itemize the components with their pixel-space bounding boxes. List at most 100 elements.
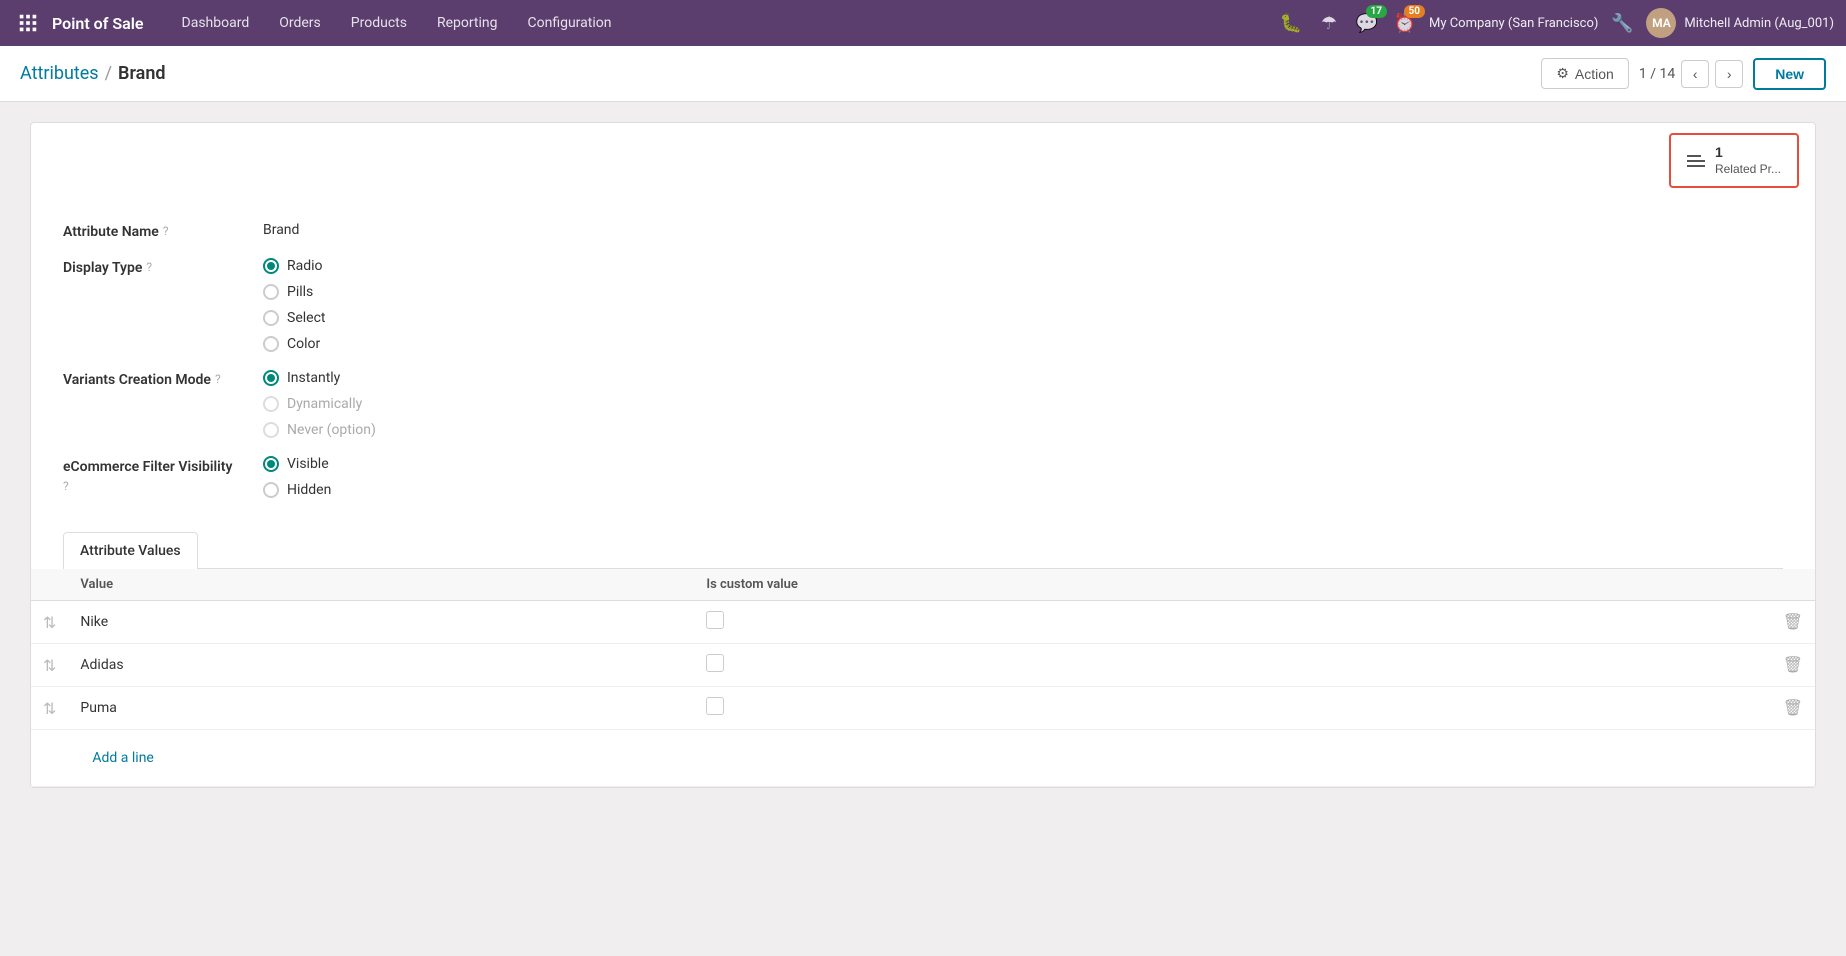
content-area: 1 Related Pr... Attribute Name ? Brand — [0, 102, 1846, 808]
ecommerce-filter-row: eCommerce Filter Visibility ? Visible Hi… — [63, 456, 1783, 498]
table-row: ⇅ Adidas 🗑 — [31, 644, 1815, 687]
company-name: My Company (San Francisco) — [1429, 16, 1598, 31]
nav-configuration[interactable]: Configuration — [514, 9, 626, 37]
gear-icon: ⚙ — [1556, 65, 1569, 82]
drag-handle-icon[interactable]: ⇅ — [43, 656, 56, 675]
delete-row-button[interactable]: 🗑 — [1783, 612, 1803, 632]
ecommerce-hidden-radio[interactable]: Hidden — [263, 482, 1783, 498]
delete-row-button[interactable]: 🗑 — [1783, 698, 1803, 718]
pager-next-button[interactable]: › — [1715, 60, 1743, 88]
nav-reporting[interactable]: Reporting — [423, 9, 512, 37]
related-products-section: 1 Related Pr... — [31, 123, 1815, 198]
nav-products[interactable]: Products — [337, 9, 421, 37]
custom-value-checkbox[interactable] — [706, 697, 724, 715]
ecommerce-visible-radio[interactable]: Visible — [263, 456, 1783, 472]
main-card: 1 Related Pr... Attribute Name ? Brand — [30, 122, 1816, 788]
add-line-row: Add a line — [31, 730, 1815, 787]
ecommerce-filter-label: eCommerce Filter Visibility ? — [63, 456, 263, 494]
toolbar-right: ⚙ Action 1 / 14 ‹ › New — [1541, 58, 1826, 90]
custom-value-checkbox[interactable] — [706, 654, 724, 672]
variants-instantly-radio[interactable]: Instantly — [263, 370, 1783, 386]
activity-badge: 50 — [1404, 5, 1425, 18]
breadcrumb: Attributes / Brand — [20, 63, 166, 84]
add-line-button[interactable]: Add a line — [80, 740, 165, 776]
value-cell: Adidas — [68, 644, 694, 687]
display-type-options: Radio Pills Select Color — [263, 258, 1783, 352]
display-type-help[interactable]: ? — [146, 260, 152, 274]
variants-never-radio[interactable]: Never (option) — [263, 422, 1783, 438]
variants-radio-group: Instantly Dynamically Never (option) — [263, 370, 1783, 438]
apps-menu-button[interactable] — [12, 7, 44, 39]
variants-mode-row: Variants Creation Mode ? Instantly Dynam… — [63, 370, 1783, 438]
avatar: MA — [1646, 8, 1676, 38]
bug-icon[interactable]: 🐛 — [1277, 9, 1305, 37]
attribute-name-help[interactable]: ? — [163, 224, 169, 238]
support-icon[interactable]: ☂ — [1315, 9, 1343, 37]
ecommerce-radio-group: Visible Hidden — [263, 456, 1783, 498]
attribute-name-value: Brand — [263, 222, 1783, 238]
breadcrumb-separator: / — [105, 63, 112, 84]
value-cell: Nike — [68, 601, 694, 644]
attribute-values-table: Value Is custom value ⇅ Nike 🗑 ⇅ Adidas … — [31, 569, 1815, 787]
chat-icon[interactable]: 💬 17 — [1353, 9, 1381, 37]
related-label: Related Pr... — [1715, 162, 1781, 176]
chat-badge: 17 — [1366, 5, 1387, 18]
radio-circle — [263, 258, 279, 274]
col-custom-header: Is custom value — [694, 569, 1770, 601]
radio-circle — [263, 284, 279, 300]
nav-dashboard[interactable]: Dashboard — [168, 9, 264, 37]
action-button[interactable]: ⚙ Action — [1541, 58, 1628, 89]
col-value-header: Value — [68, 569, 694, 601]
related-count: 1 — [1715, 143, 1781, 161]
radio-circle — [263, 482, 279, 498]
settings-icon[interactable]: 🔧 — [1608, 9, 1636, 37]
user-name: Mitchell Admin (Aug_001) — [1684, 16, 1834, 31]
tab-list: Attribute Values — [63, 532, 1783, 569]
pager-prev-button[interactable]: ‹ — [1681, 60, 1709, 88]
list-icon — [1687, 155, 1705, 167]
display-type-radio-group: Radio Pills Select Color — [263, 258, 1783, 352]
new-button[interactable]: New — [1753, 58, 1826, 90]
custom-value-checkbox[interactable] — [706, 611, 724, 629]
drag-handle-icon[interactable]: ⇅ — [43, 699, 56, 718]
variants-mode-label: Variants Creation Mode ? — [63, 370, 263, 388]
display-color-radio[interactable]: Color — [263, 336, 1783, 352]
radio-circle — [263, 456, 279, 472]
breadcrumb-parent[interactable]: Attributes — [20, 63, 99, 84]
pager-info: 1 / 14 — [1639, 66, 1675, 82]
display-type-radio[interactable]: Radio — [263, 258, 1783, 274]
user-menu[interactable]: MA Mitchell Admin (Aug_001) — [1646, 8, 1834, 38]
topnav-right: 🐛 ☂ 💬 17 ⏰ 50 My Company (San Francisco)… — [1277, 8, 1834, 38]
ecommerce-filter-help[interactable]: ? — [63, 479, 69, 493]
ecommerce-filter-options: Visible Hidden — [263, 456, 1783, 498]
company-selector[interactable]: My Company (San Francisco) — [1429, 16, 1598, 31]
breadcrumb-current: Brand — [118, 63, 165, 84]
display-type-label: Display Type ? — [63, 258, 263, 276]
breadcrumb-bar: Attributes / Brand ⚙ Action 1 / 14 ‹ › N… — [0, 46, 1846, 102]
attribute-name-label: Attribute Name ? — [63, 222, 263, 240]
delete-row-button[interactable]: 🗑 — [1783, 655, 1803, 675]
activity-icon[interactable]: ⏰ 50 — [1391, 9, 1419, 37]
display-type-row: Display Type ? Radio Pills — [63, 258, 1783, 352]
variants-mode-options: Instantly Dynamically Never (option) — [263, 370, 1783, 438]
table-row: ⇅ Nike 🗑 — [31, 601, 1815, 644]
col-drag — [31, 569, 68, 601]
tabs-container: Attribute Values — [31, 532, 1815, 569]
display-select-radio[interactable]: Select — [263, 310, 1783, 326]
value-cell: Puma — [68, 687, 694, 730]
table-row: ⇅ Puma 🗑 — [31, 687, 1815, 730]
topnav-menu: Dashboard Orders Products Reporting Conf… — [168, 9, 1277, 37]
radio-circle — [263, 336, 279, 352]
radio-circle — [263, 370, 279, 386]
display-pills-radio[interactable]: Pills — [263, 284, 1783, 300]
tab-attribute-values[interactable]: Attribute Values — [63, 532, 198, 569]
variants-mode-help[interactable]: ? — [215, 372, 221, 386]
action-label: Action — [1575, 66, 1614, 82]
nav-orders[interactable]: Orders — [265, 9, 335, 37]
drag-handle-icon[interactable]: ⇅ — [43, 613, 56, 632]
form-body: Attribute Name ? Brand Display Type ? — [31, 198, 1815, 532]
col-actions — [1771, 569, 1815, 601]
attribute-name-row: Attribute Name ? Brand — [63, 222, 1783, 240]
variants-dynamically-radio[interactable]: Dynamically — [263, 396, 1783, 412]
related-products-button[interactable]: 1 Related Pr... — [1669, 133, 1799, 188]
